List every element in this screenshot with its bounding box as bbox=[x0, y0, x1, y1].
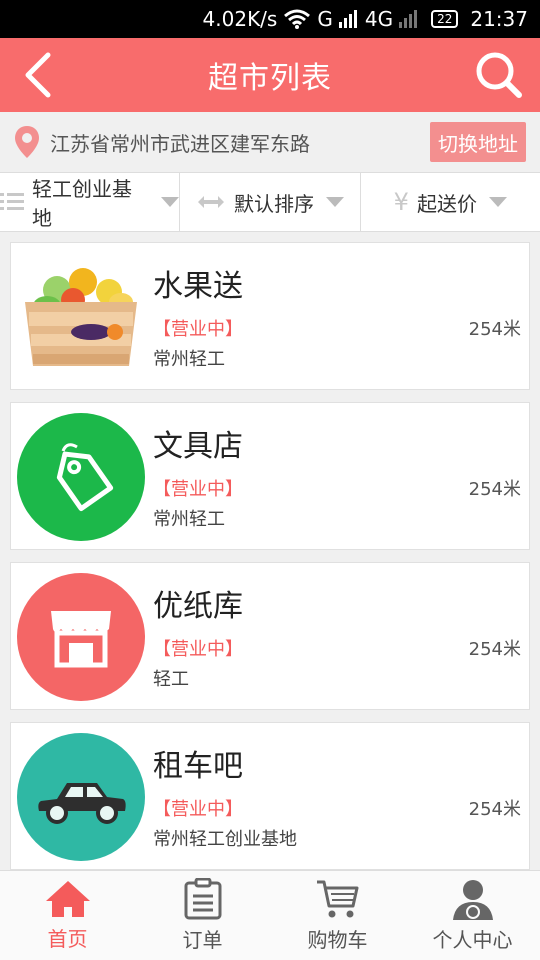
current-address: 江苏省常州市武进区建军东路 bbox=[50, 131, 310, 156]
list-icon bbox=[0, 192, 24, 212]
store-status: 【营业中】 bbox=[153, 319, 243, 340]
cart-icon bbox=[316, 880, 358, 918]
signal-weak-icon bbox=[399, 10, 419, 28]
switch-address-button[interactable]: 切换地址 bbox=[430, 122, 526, 162]
store-distance: 254米 bbox=[468, 799, 521, 820]
user-icon bbox=[452, 880, 493, 920]
location-pin-icon bbox=[15, 126, 39, 158]
tab-cart[interactable]: 购物车 bbox=[270, 871, 405, 960]
caret-down-icon bbox=[161, 197, 180, 207]
tab-profile[interactable]: 个人中心 bbox=[405, 871, 540, 960]
yen-icon: ¥ bbox=[393, 188, 409, 216]
tab-orders-label: 订单 bbox=[182, 928, 223, 952]
filter-area[interactable]: 轻工创业基地 bbox=[0, 173, 181, 231]
filter-min-price[interactable]: ¥ 起送价 bbox=[361, 173, 540, 231]
app-header: 超市列表 bbox=[0, 38, 540, 112]
tab-orders[interactable]: 订单 bbox=[135, 871, 270, 960]
wifi-icon bbox=[283, 8, 311, 30]
tab-home[interactable]: 首页 bbox=[0, 871, 135, 960]
search-button[interactable] bbox=[472, 48, 526, 102]
tab-cart-label: 购物车 bbox=[307, 928, 368, 952]
back-button[interactable] bbox=[12, 50, 62, 100]
store-area: 轻工 bbox=[153, 669, 189, 690]
filter-min-price-label: 起送价 bbox=[416, 191, 477, 216]
store-status: 【营业中】 bbox=[153, 479, 243, 500]
store-status: 【营业中】 bbox=[153, 799, 243, 820]
store-card[interactable]: 优纸库 【营业中】 轻工 254米 bbox=[10, 562, 530, 710]
clipboard-icon bbox=[184, 878, 221, 920]
fruit-crate-icon bbox=[17, 253, 145, 381]
home-icon bbox=[45, 881, 90, 917]
bottom-tab-bar: 首页 订单 购物车 个人中心 bbox=[0, 870, 540, 960]
store-distance: 254米 bbox=[468, 319, 521, 340]
clock: 21:37 bbox=[470, 7, 528, 31]
page-title: 超市列表 bbox=[208, 61, 332, 96]
status-bar: 4.02K/s G 4G 22 21:37 bbox=[0, 0, 540, 38]
car-icon bbox=[17, 733, 145, 861]
swap-arrows-icon bbox=[196, 192, 226, 212]
chevron-left-icon bbox=[25, 52, 51, 98]
store-name: 文具店 bbox=[153, 429, 243, 464]
store-name: 优纸库 bbox=[153, 589, 243, 624]
search-icon bbox=[476, 52, 522, 98]
tag-icon bbox=[17, 413, 145, 541]
filter-sort[interactable]: 默认排序 bbox=[180, 173, 361, 231]
battery-level: 22 bbox=[437, 12, 453, 26]
network-speed: 4.02K/s bbox=[202, 7, 278, 31]
tab-home-label: 首页 bbox=[47, 927, 88, 951]
filter-bar: 轻工创业基地 默认排序 ¥ 起送价 bbox=[0, 172, 540, 232]
tab-profile-label: 个人中心 bbox=[432, 928, 513, 952]
store-status: 【营业中】 bbox=[153, 639, 243, 660]
caret-down-icon bbox=[325, 197, 344, 207]
filter-sort-label: 默认排序 bbox=[233, 191, 314, 216]
caret-down-icon bbox=[488, 197, 507, 207]
network-4g-label: 4G bbox=[364, 7, 394, 31]
store-list: 水果送 【营业中】 常州轻工 254米 文具店 【营业中】 常州轻工 254米 bbox=[0, 232, 540, 870]
battery-icon: 22 bbox=[431, 10, 459, 28]
store-card[interactable]: 水果送 【营业中】 常州轻工 254米 bbox=[10, 242, 530, 390]
store-area: 常州轻工 bbox=[153, 349, 225, 370]
storefront-icon bbox=[17, 573, 145, 701]
store-distance: 254米 bbox=[468, 479, 521, 500]
location-bar: 江苏省常州市武进区建军东路 切换地址 bbox=[0, 112, 540, 172]
store-name: 租车吧 bbox=[153, 749, 243, 784]
store-area: 常州轻工创业基地 bbox=[153, 829, 297, 850]
store-name: 水果送 bbox=[153, 269, 243, 304]
signal-icon bbox=[338, 10, 359, 28]
store-distance: 254米 bbox=[468, 639, 521, 660]
network-g-label: G bbox=[317, 7, 333, 31]
filter-area-label: 轻工创业基地 bbox=[32, 177, 132, 230]
store-area: 常州轻工 bbox=[153, 509, 225, 530]
store-card[interactable]: 租车吧 【营业中】 常州轻工创业基地 254米 bbox=[10, 722, 530, 870]
store-card[interactable]: 文具店 【营业中】 常州轻工 254米 bbox=[10, 402, 530, 550]
